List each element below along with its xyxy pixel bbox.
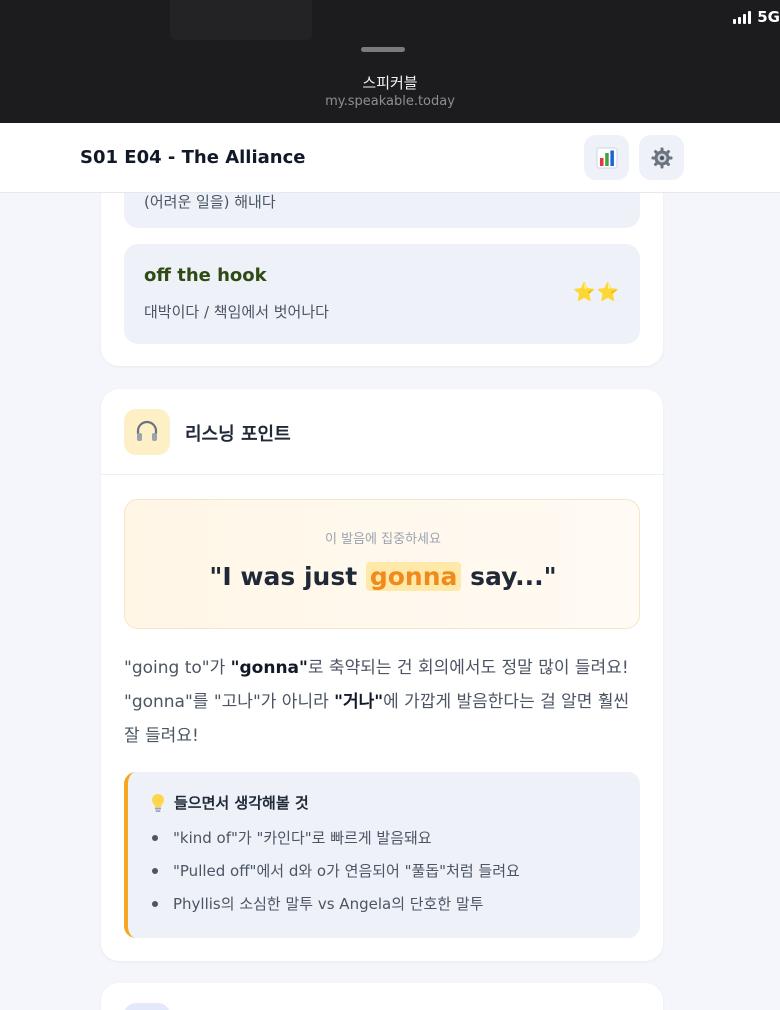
- highlighted-word: gonna: [365, 562, 462, 591]
- expression-meaning: (어려운 일을) 해내다: [144, 193, 276, 211]
- focus-quote: "I was just gonna say...": [125, 562, 641, 591]
- section-icon: [124, 1003, 170, 1010]
- network-label: 5G: [757, 8, 780, 26]
- desc-bold: "거나": [334, 692, 384, 712]
- tip-item: Phyllis의 소심한 말투 vs Angela의 단호한 말투: [150, 893, 520, 926]
- tip-item: "Pulled off"에서 d와 o가 연음되어 "풀돕"처럼 들려요: [150, 860, 520, 893]
- main-content[interactable]: (어려운 일을) 해내다 off the hook 대박이다 / 책임에서 벗어…: [0, 193, 780, 1010]
- quote-text-after: say...": [461, 562, 557, 591]
- headphones-icon: [124, 409, 170, 455]
- status-bar-notch: [170, 0, 312, 40]
- tip-item: "kind of"가 "카인다"로 빠르게 발음돼요: [150, 827, 520, 860]
- expression-meaning: 대박이다 / 책임에서 벗어나다: [144, 303, 329, 321]
- gear-icon: [651, 147, 672, 168]
- desc-bold: "gonna": [230, 658, 308, 678]
- pronunciation-focus-box: 이 발음에 집중하세요 "I was just gonna say...": [124, 499, 640, 629]
- stats-button[interactable]: [584, 135, 629, 180]
- expression-item[interactable]: (어려운 일을) 해내다: [124, 193, 640, 228]
- quote-text-before: "I was just: [209, 562, 366, 591]
- next-section-card: [101, 983, 663, 1010]
- site-url[interactable]: my.speakable.today: [0, 94, 780, 109]
- difficulty-stars: ⭐⭐: [573, 282, 620, 303]
- desc-text: "going to"가: [124, 658, 231, 678]
- tips-list: "kind of"가 "카인다"로 빠르게 발음돼요 "Pulled off"에…: [150, 827, 520, 926]
- sheet-grabber-handle[interactable]: [361, 47, 405, 52]
- signal-icon: [733, 10, 752, 24]
- app-header: S01 E04 - The Alliance: [0, 123, 780, 193]
- episode-title: S01 E04 - The Alliance: [80, 147, 306, 168]
- browser-chrome: 5G 스피커블 my.speakable.today: [0, 0, 780, 123]
- bar-chart-icon: [596, 147, 617, 168]
- focus-label: 이 발음에 집중하세요: [325, 532, 441, 547]
- expressions-card: (어려운 일을) 해내다 off the hook 대박이다 / 책임에서 벗어…: [101, 193, 663, 366]
- expression-item[interactable]: off the hook 대박이다 / 책임에서 벗어나다 ⭐⭐: [124, 244, 640, 344]
- tips-header: 들으면서 생각해볼 것: [150, 792, 309, 813]
- listening-card-header: 리스닝 포인트: [101, 389, 663, 475]
- section-title: 리스닝 포인트: [185, 424, 291, 445]
- listening-tips-box: 들으면서 생각해볼 것 "kind of"가 "카인다"로 빠르게 발음돼요 "…: [124, 772, 640, 938]
- expression-phrase: off the hook: [144, 265, 267, 286]
- tips-title: 들으면서 생각해볼 것: [174, 794, 309, 812]
- listening-description: "going to"가 "gonna"로 축약되는 건 회의에서도 정말 많이 …: [124, 651, 640, 753]
- listening-point-card: 리스닝 포인트 이 발음에 집중하세요 "I was just gonna sa…: [101, 389, 663, 961]
- site-title: 스피커블: [362, 74, 418, 92]
- status-bar: 5G: [733, 8, 780, 26]
- lightbulb-icon: [152, 793, 164, 812]
- settings-button[interactable]: [639, 135, 684, 180]
